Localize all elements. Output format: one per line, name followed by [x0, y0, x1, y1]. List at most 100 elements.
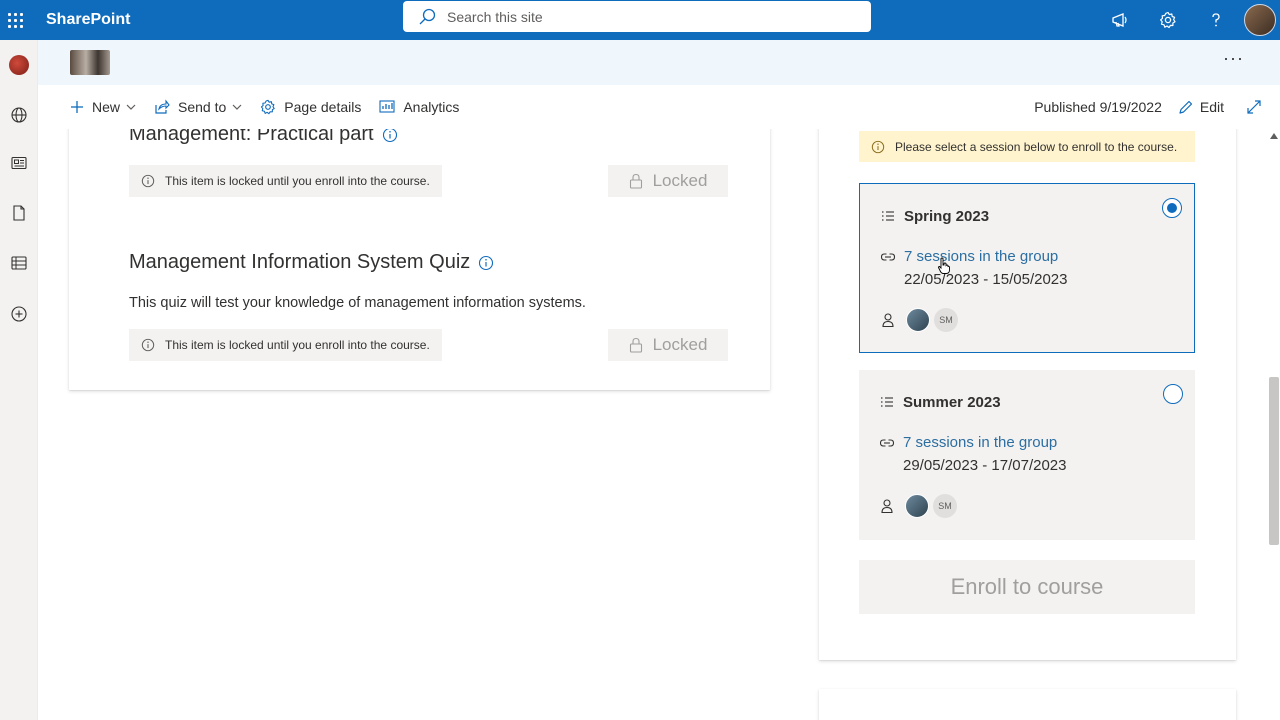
search-box[interactable]: [403, 1, 871, 32]
session-dates: 22/05/2023 - 15/05/2023: [904, 271, 1068, 288]
locked-notice: This item is locked until you enroll int…: [129, 329, 442, 361]
list-icon: [882, 210, 894, 221]
page-details-label: Page details: [284, 99, 362, 115]
brand-link[interactable]: SharePoint: [46, 11, 130, 29]
secondary-card: [819, 689, 1236, 720]
gear-icon: [1160, 11, 1176, 29]
enrollment-card: Please select a session below to enroll …: [819, 129, 1236, 660]
feedback-button[interactable]: [1096, 0, 1144, 40]
chevron-down-icon: [126, 104, 136, 110]
course-item-title-text: Management Information System Quiz: [129, 251, 471, 273]
session-title: Spring 2023: [880, 208, 989, 225]
page-details-button[interactable]: Page details: [260, 99, 361, 115]
session-instructors: SM: [880, 308, 958, 332]
more-options-icon[interactable]: ···: [1223, 48, 1244, 69]
session-option[interactable]: Spring 2023 7 sessions in the group 22/0…: [859, 183, 1195, 353]
locked-notice-text: This item is locked until you enroll int…: [165, 338, 430, 352]
course-item-title-text: Management: Practical part: [129, 129, 374, 145]
create-button[interactable]: [4, 299, 34, 329]
info-icon[interactable]: [478, 255, 494, 271]
search-icon: [419, 8, 436, 24]
session-instructors: SM: [879, 494, 957, 518]
published-status: Published 9/19/2022: [1034, 99, 1162, 115]
send-to-button[interactable]: Send to: [154, 99, 242, 115]
expand-icon[interactable]: [1246, 99, 1262, 115]
site-logo-button[interactable]: [4, 50, 34, 80]
course-item-title: Management: Practical part: [129, 129, 398, 146]
enrollment-warning: Please select a session below to enroll …: [859, 131, 1195, 162]
news-button[interactable]: [4, 148, 34, 178]
edit-label: Edit: [1199, 99, 1224, 115]
list-icon: [11, 256, 27, 270]
instructor-initials[interactable]: SM: [934, 308, 958, 332]
session-option[interactable]: Summer 2023 7 sessions in the group 29/0…: [859, 370, 1195, 540]
info-icon: [871, 140, 885, 153]
list-icon: [881, 396, 893, 407]
info-icon[interactable]: [382, 129, 398, 143]
settings-button[interactable]: [1144, 0, 1192, 40]
lock-icon: [629, 337, 642, 353]
files-button[interactable]: [4, 198, 34, 228]
enrollment-warning-text: Please select a session below to enroll …: [895, 139, 1178, 154]
instructor-avatar[interactable]: [905, 494, 929, 518]
instructor-avatar[interactable]: [906, 308, 930, 332]
share-icon: [155, 99, 170, 114]
suite-actions: [1096, 0, 1280, 40]
locked-button[interactable]: Locked: [608, 329, 728, 361]
megaphone-icon: [1112, 13, 1127, 27]
scroll-thumb[interactable]: [1269, 377, 1279, 545]
sessions-link-text: 7 sessions in the group: [904, 248, 1059, 265]
instructor-initials[interactable]: SM: [933, 494, 957, 518]
person-icon: [881, 499, 893, 514]
command-bar-right: Published 9/19/2022 Edit: [1034, 85, 1262, 129]
gear-icon: [261, 99, 276, 115]
course-item-description: This quiz will test your knowledge of ma…: [129, 295, 586, 311]
locked-button-label: Locked: [652, 335, 708, 354]
link-icon: [880, 252, 896, 261]
document-icon: [13, 205, 25, 221]
app-launcher-button[interactable]: [0, 0, 30, 40]
analytics-icon: [379, 100, 395, 113]
info-icon: [141, 338, 155, 352]
analytics-button[interactable]: Analytics: [379, 99, 459, 115]
sessions-link[interactable]: 7 sessions in the group: [879, 434, 1057, 451]
sessions-link-text: 7 sessions in the group: [903, 434, 1058, 451]
person-icon: [882, 313, 894, 328]
locked-button[interactable]: Locked: [608, 165, 728, 197]
plus-icon: [71, 101, 83, 113]
edit-button[interactable]: Edit: [1178, 99, 1224, 115]
sessions-link[interactable]: 7 sessions in the group: [880, 248, 1058, 265]
session-dates: 29/05/2023 - 17/07/2023: [903, 457, 1067, 474]
new-button[interactable]: New: [70, 99, 136, 115]
info-icon: [141, 174, 155, 188]
new-label: New: [92, 99, 121, 115]
account-avatar[interactable]: [1244, 4, 1276, 36]
radio-selected-dot: [1167, 203, 1177, 213]
course-item-title: Management Information System Quiz: [129, 251, 494, 274]
scroll-up-arrow[interactable]: [1270, 133, 1278, 139]
link-icon: [879, 438, 895, 447]
page-scrollbar[interactable]: [1268, 129, 1280, 720]
pencil-icon: [1179, 100, 1192, 114]
locked-notice-text: This item is locked until you enroll int…: [165, 174, 430, 188]
search-input[interactable]: [447, 8, 847, 25]
session-title-text: Spring 2023: [904, 208, 990, 225]
site-thumbnail[interactable]: [70, 50, 110, 75]
locked-notice: This item is locked until you enroll int…: [129, 165, 442, 197]
help-button[interactable]: [1192, 0, 1240, 40]
hand-cursor-icon: [938, 257, 950, 274]
session-radio[interactable]: [1162, 198, 1182, 218]
news-icon: [11, 156, 27, 170]
enroll-button[interactable]: Enroll to course: [859, 560, 1195, 614]
locked-button-label: Locked: [652, 171, 708, 190]
analytics-label: Analytics: [403, 99, 460, 115]
session-title-text: Summer 2023: [903, 394, 1001, 411]
global-nav-button[interactable]: [4, 100, 34, 130]
lock-icon: [629, 173, 642, 189]
course-items-card: Management: Practical part This item is …: [69, 129, 770, 390]
lists-button[interactable]: [4, 248, 34, 278]
site-logo-icon: [9, 55, 29, 75]
session-radio[interactable]: [1163, 384, 1183, 404]
waffle-icon: [7, 12, 23, 28]
add-circle-icon: [11, 306, 27, 322]
